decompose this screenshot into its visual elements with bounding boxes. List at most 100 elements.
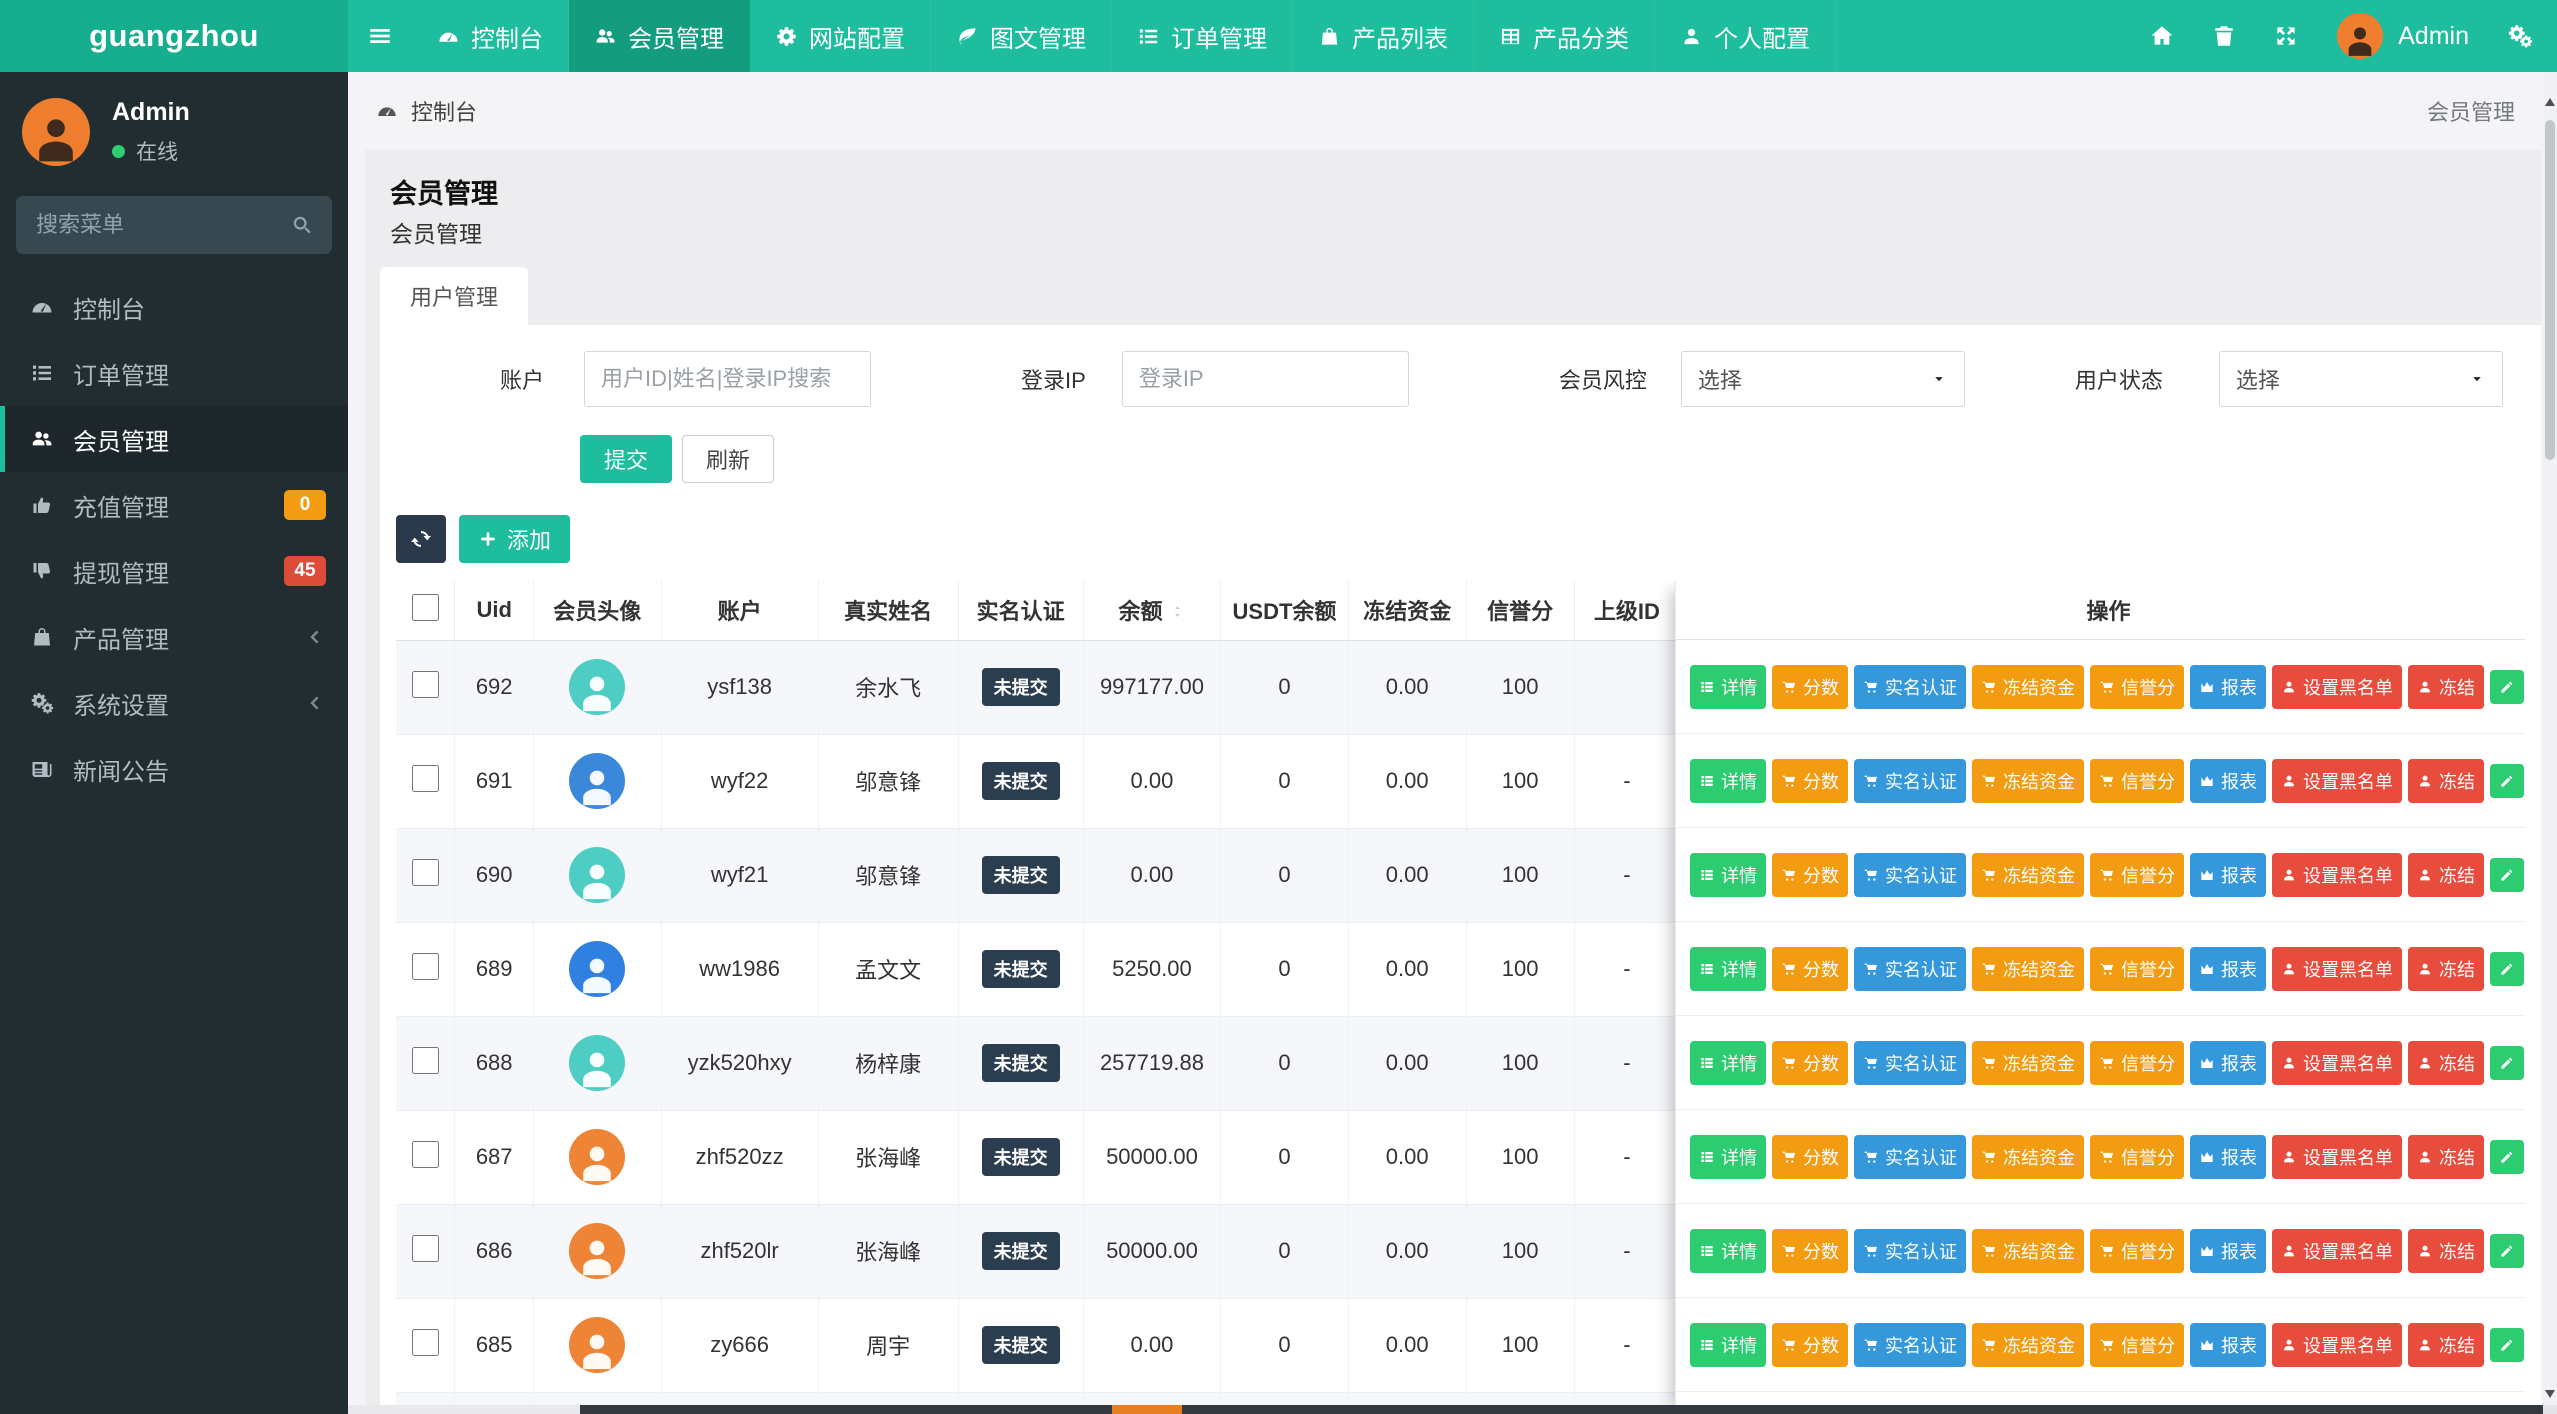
column-header[interactable]: 实名认证 (958, 581, 1084, 641)
op-report-button[interactable]: 报表 (2190, 946, 2266, 991)
vertical-scrollbar[interactable] (2543, 72, 2557, 1414)
member-avatar[interactable] (569, 659, 626, 715)
op-set-blacklist-button[interactable]: 设置黑名单 (2272, 758, 2402, 803)
op-edit-button[interactable] (2490, 1045, 2524, 1080)
op-detail-button[interactable]: 详情 (1690, 852, 1766, 897)
op-freeze-funds-button[interactable]: 冻结资金 (1972, 664, 2084, 709)
nav-item-图文管理[interactable]: 图文管理 (931, 0, 1112, 72)
op-credit-score-button[interactable]: 信誉分 (2090, 1322, 2184, 1367)
op-freeze-button[interactable]: 冻结 (2408, 1134, 2484, 1179)
op-score-button[interactable]: 分数 (1772, 1322, 1848, 1367)
op-set-blacklist-button[interactable]: 设置黑名单 (2272, 1322, 2402, 1367)
op-report-button[interactable]: 报表 (2190, 1228, 2266, 1273)
member-avatar[interactable] (569, 941, 626, 997)
horizontal-scrollbar-thumb[interactable] (580, 1405, 2543, 1414)
column-header[interactable]: 余额 (1083, 581, 1222, 641)
op-set-blacklist-button[interactable]: 设置黑名单 (2272, 946, 2402, 991)
fullscreen-icon[interactable] (2255, 0, 2317, 72)
op-freeze-button[interactable]: 冻结 (2408, 1228, 2484, 1273)
op-detail-button[interactable]: 详情 (1690, 1228, 1766, 1273)
sort-icon[interactable] (1170, 604, 1185, 623)
op-freeze-button[interactable]: 冻结 (2408, 664, 2484, 709)
op-report-button[interactable]: 报表 (2190, 1040, 2266, 1085)
column-header[interactable]: 上级ID (1574, 581, 1681, 641)
op-set-blacklist-button[interactable]: 设置黑名单 (2272, 1134, 2402, 1179)
op-freeze-button[interactable]: 冻结 (2408, 758, 2484, 803)
nav-item-网站配置[interactable]: 网站配置 (750, 0, 931, 72)
op-score-button[interactable]: 分数 (1772, 758, 1848, 803)
op-real-name-auth-button[interactable]: 实名认证 (1854, 1040, 1966, 1085)
select-all-checkbox[interactable] (411, 593, 439, 621)
column-header[interactable]: 冻结资金 (1348, 581, 1467, 641)
op-edit-button[interactable] (2490, 1327, 2524, 1362)
member-avatar[interactable] (569, 753, 626, 809)
nav-item-产品列表[interactable]: 产品列表 (1293, 0, 1474, 72)
row-checkbox[interactable] (411, 764, 439, 792)
row-checkbox[interactable] (411, 670, 439, 698)
op-edit-button[interactable] (2490, 669, 2524, 704)
op-set-blacklist-button[interactable]: 设置黑名单 (2272, 852, 2402, 897)
op-report-button[interactable]: 报表 (2190, 758, 2266, 803)
search-icon[interactable] (290, 213, 314, 237)
op-real-name-auth-button[interactable]: 实名认证 (1854, 1134, 1966, 1179)
op-detail-button[interactable]: 详情 (1690, 664, 1766, 709)
row-checkbox[interactable] (411, 952, 439, 980)
op-detail-button[interactable]: 详情 (1690, 758, 1766, 803)
home-icon[interactable] (2131, 0, 2193, 72)
breadcrumb-home[interactable]: 控制台 (411, 95, 477, 127)
nav-item-订单管理[interactable]: 订单管理 (1112, 0, 1293, 72)
nav-item-产品分类[interactable]: 产品分类 (1474, 0, 1655, 72)
op-credit-score-button[interactable]: 信誉分 (2090, 1134, 2184, 1179)
op-freeze-button[interactable]: 冻结 (2408, 852, 2484, 897)
op-real-name-auth-button[interactable]: 实名认证 (1854, 852, 1966, 897)
sidebar-item-会员管理[interactable]: 会员管理 (0, 406, 348, 472)
op-freeze-button[interactable]: 冻结 (2408, 1040, 2484, 1085)
op-credit-score-button[interactable]: 信誉分 (2090, 946, 2184, 991)
op-real-name-auth-button[interactable]: 实名认证 (1854, 1322, 1966, 1367)
op-report-button[interactable]: 报表 (2190, 1322, 2266, 1367)
op-credit-score-button[interactable]: 信誉分 (2090, 852, 2184, 897)
op-real-name-auth-button[interactable]: 实名认证 (1854, 664, 1966, 709)
submit-button[interactable]: 提交 (580, 435, 673, 483)
op-edit-button[interactable] (2490, 857, 2524, 892)
sidebar-toggle-button[interactable] (348, 0, 412, 72)
op-freeze-button[interactable]: 冻结 (2408, 1322, 2484, 1367)
trash-icon[interactable] (2193, 0, 2255, 72)
op-report-button[interactable]: 报表 (2190, 664, 2266, 709)
op-freeze-funds-button[interactable]: 冻结资金 (1972, 1040, 2084, 1085)
row-checkbox[interactable] (411, 1046, 439, 1074)
op-edit-button[interactable] (2490, 1139, 2524, 1174)
sidebar-item-系统设置[interactable]: 系统设置 (0, 670, 348, 736)
row-checkbox[interactable] (411, 1234, 439, 1262)
tab-user-management[interactable]: 用户管理 (380, 267, 529, 325)
op-score-button[interactable]: 分数 (1772, 664, 1848, 709)
login-ip-input[interactable] (1121, 351, 1409, 407)
column-header[interactable]: 会员头像 (533, 581, 662, 641)
op-edit-button[interactable] (2490, 951, 2524, 986)
op-freeze-funds-button[interactable]: 冻结资金 (1972, 946, 2084, 991)
gears-icon[interactable] (2489, 0, 2551, 72)
op-detail-button[interactable]: 详情 (1690, 946, 1766, 991)
op-credit-score-button[interactable]: 信誉分 (2090, 664, 2184, 709)
op-score-button[interactable]: 分数 (1772, 1134, 1848, 1179)
op-credit-score-button[interactable]: 信誉分 (2090, 1228, 2184, 1273)
op-freeze-button[interactable]: 冻结 (2408, 946, 2484, 991)
op-set-blacklist-button[interactable]: 设置黑名单 (2272, 664, 2402, 709)
op-set-blacklist-button[interactable]: 设置黑名单 (2272, 1228, 2402, 1273)
column-header[interactable]: 账户 (661, 581, 819, 641)
nav-item-控制台[interactable]: 控制台 (412, 0, 569, 72)
row-checkbox[interactable] (411, 1328, 439, 1356)
op-freeze-funds-button[interactable]: 冻结资金 (1972, 1228, 2084, 1273)
risk-select[interactable]: 选择 (1680, 351, 1965, 407)
sidebar-item-控制台[interactable]: 控制台 (0, 274, 348, 340)
column-header[interactable]: 信誉分 (1466, 581, 1575, 641)
op-credit-score-button[interactable]: 信誉分 (2090, 1040, 2184, 1085)
sidebar-item-产品管理[interactable]: 产品管理 (0, 604, 348, 670)
user-status-select[interactable]: 选择 (2218, 351, 2503, 407)
account-search-input[interactable] (584, 351, 872, 407)
op-real-name-auth-button[interactable]: 实名认证 (1854, 1228, 1966, 1273)
column-header[interactable]: USDT余额 (1220, 581, 1349, 641)
op-freeze-funds-button[interactable]: 冻结资金 (1972, 1322, 2084, 1367)
refresh-button[interactable]: 刷新 (682, 435, 775, 483)
op-real-name-auth-button[interactable]: 实名认证 (1854, 946, 1966, 991)
